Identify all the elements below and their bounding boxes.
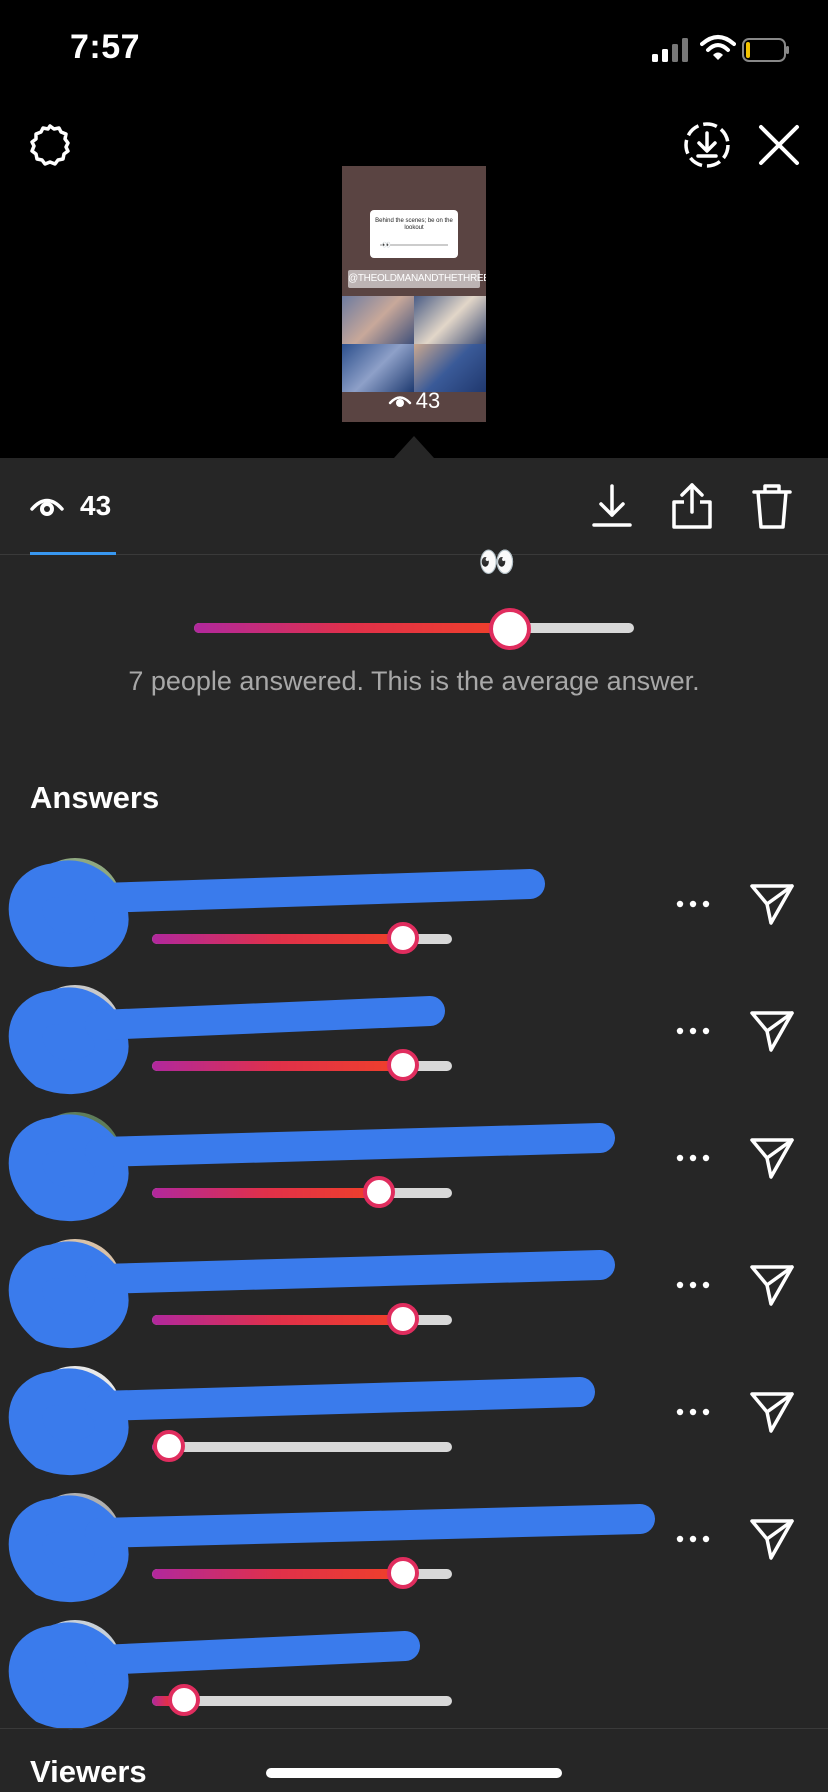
answer-row[interactable] [0,1612,828,1732]
thumbnail-view-count-value: 43 [415,388,441,413]
viewers-heading: Viewers [30,1754,147,1789]
send-message-button[interactable] [746,1513,798,1565]
send-icon [750,1265,794,1306]
answer-slider-knob [387,1303,419,1335]
mention-sticker: @THEOLDMANANDTHETHREE [348,270,486,288]
answer-row[interactable] [0,850,828,970]
close-button[interactable] [752,118,806,172]
status-time: 7:57 [70,28,141,66]
answer-slider-knob [387,1049,419,1081]
question-sticker: Behind the scenes; be on the lookout 👀 [370,210,458,258]
answer-slider [152,1684,452,1718]
send-message-button[interactable] [746,1005,798,1057]
send-message-button[interactable] [746,1132,798,1184]
answer-slider [152,1430,452,1464]
video-tile [342,296,414,344]
trash-icon [752,484,792,529]
send-icon [750,1519,794,1560]
answer-row[interactable] [0,1358,828,1478]
insights-sheet: 43 👀 7 people answered. This is the aver… [0,458,828,1792]
more-options-button[interactable] [668,1138,718,1178]
more-icon [676,1535,710,1543]
sheet-toolbar: 43 [0,458,828,555]
more-options-button[interactable] [668,1011,718,1051]
average-slider-fill [194,623,507,633]
thumbnail-pointer [394,436,434,458]
battery-icon [742,38,789,62]
answer-row[interactable] [0,1104,828,1224]
send-icon [750,884,794,925]
gear-icon [30,124,70,166]
download-button[interactable] [586,480,638,532]
more-options-button[interactable] [668,1519,718,1559]
viewers-count[interactable]: 43 [80,490,111,522]
answer-slider [152,922,452,956]
eye-icon [30,498,64,516]
answer-slider-knob [153,1430,185,1462]
more-icon [676,1154,710,1162]
send-icon [750,1138,794,1179]
answer-slider-knob [387,922,419,954]
share-icon [672,483,712,529]
video-tile [414,344,486,392]
answer-row[interactable] [0,977,828,1097]
thumbnail-view-count: 43 [342,388,486,414]
video-tile [342,344,414,392]
average-slider-knob [489,608,532,650]
send-icon [750,1011,794,1052]
question-text: Behind the scenes; be on the lookout [375,218,453,231]
eye-icon [388,396,411,407]
poll-emoji: 👀 [478,546,516,579]
share-button[interactable] [666,480,718,532]
more-icon [676,1281,710,1289]
average-summary: 7 people answered. This is the average a… [128,666,700,696]
answer-row[interactable] [0,1231,828,1351]
send-message-button[interactable] [746,878,798,930]
sticker-eyes-emoji: 👀 [382,242,391,249]
answer-slider-fill [152,1569,401,1579]
more-options-button[interactable] [668,1392,718,1432]
answer-slider [152,1303,452,1337]
more-icon [676,1408,710,1416]
send-message-button[interactable] [746,1386,798,1438]
home-indicator[interactable] [266,1768,562,1778]
answers-heading: Answers [30,780,160,815]
answer-slider-track [152,1442,452,1452]
viewers-tab-indicator [30,552,116,555]
send-message-button[interactable] [746,1259,798,1311]
more-options-button[interactable] [668,884,718,924]
more-options-button[interactable] [668,1265,718,1305]
download-story-button[interactable] [680,118,734,172]
delete-button[interactable] [746,480,798,532]
answer-slider [152,1176,452,1210]
close-icon [759,125,799,165]
video-call-grid [342,296,486,392]
status-bar: 7:57 [0,0,828,100]
answer-slider-knob [168,1684,200,1716]
answer-slider-knob [387,1557,419,1589]
answer-slider-knob [363,1176,395,1208]
answer-slider-fill [152,934,401,944]
answer-slider-fill [152,1188,377,1198]
video-tile [414,296,486,344]
section-divider [0,1728,828,1729]
download-icon [592,484,632,527]
download-circle-icon [684,122,730,168]
average-answer-slider [194,608,634,650]
more-icon [676,900,710,908]
wifi-icon [700,35,736,60]
answer-slider-fill [152,1061,401,1071]
answer-slider [152,1049,452,1083]
settings-button[interactable] [24,120,76,172]
answer-slider [152,1557,452,1591]
story-thumbnail[interactable]: Behind the scenes; be on the lookout 👀 @… [342,166,486,422]
answer-row[interactable] [0,1485,828,1605]
send-icon [750,1392,794,1433]
cellular-signal-icon [652,38,688,62]
more-icon [676,1027,710,1035]
answer-slider-fill [152,1315,401,1325]
